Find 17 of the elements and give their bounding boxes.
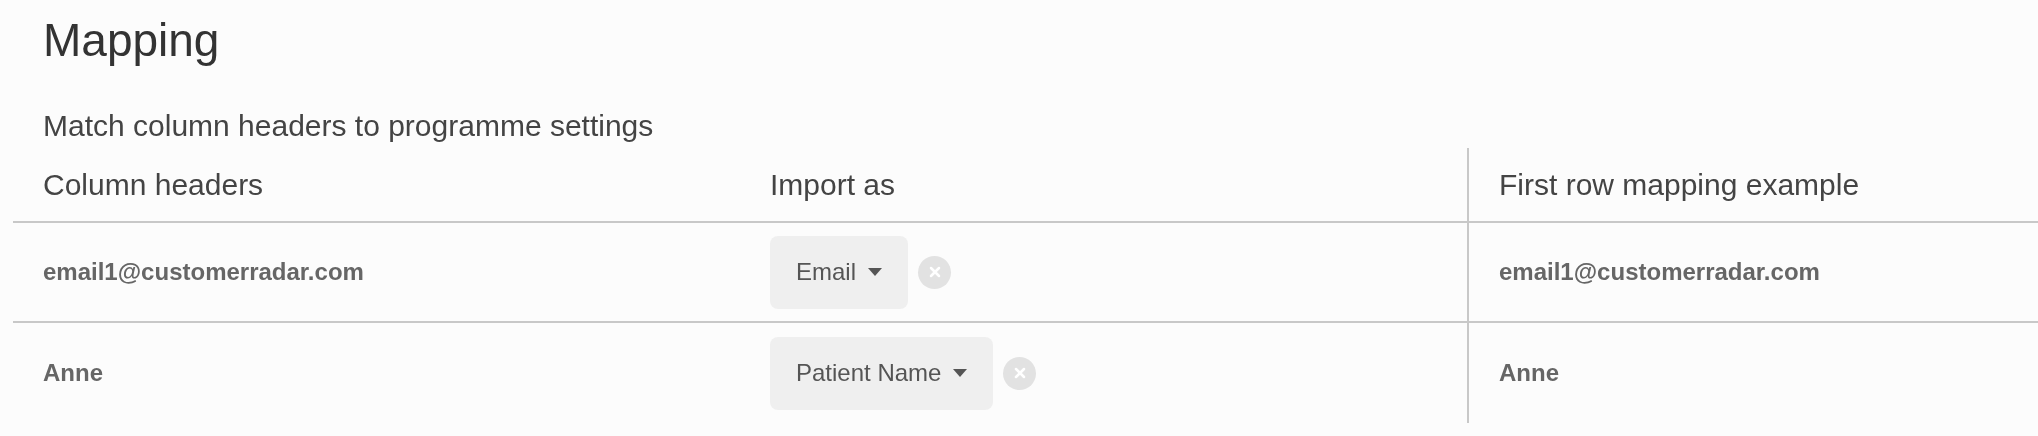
column-header: Import as	[770, 167, 896, 203]
table-cell-text: email1@customerradar.com	[1499, 257, 1820, 287]
table-cell-text: email1@customerradar.com	[43, 257, 364, 287]
caret-icon	[953, 369, 968, 377]
import-dropdown[interactable]: Patient Name	[770, 336, 994, 410]
clear-button[interactable]	[918, 255, 951, 289]
close-icon	[928, 266, 941, 278]
subtitle: Match column headers to programme settings	[43, 108, 654, 144]
column-header: Column headers	[43, 167, 264, 203]
table-cell-text: Anne	[1499, 358, 1559, 388]
caret-icon	[868, 268, 882, 276]
table-cell-text: Anne	[43, 358, 103, 388]
close-icon	[1013, 367, 1026, 379]
column-header: First row mapping example	[1499, 167, 1860, 203]
page-title: Mapping	[43, 13, 220, 68]
import-dropdown[interactable]: Email	[770, 235, 908, 309]
clear-button[interactable]	[1003, 356, 1037, 390]
